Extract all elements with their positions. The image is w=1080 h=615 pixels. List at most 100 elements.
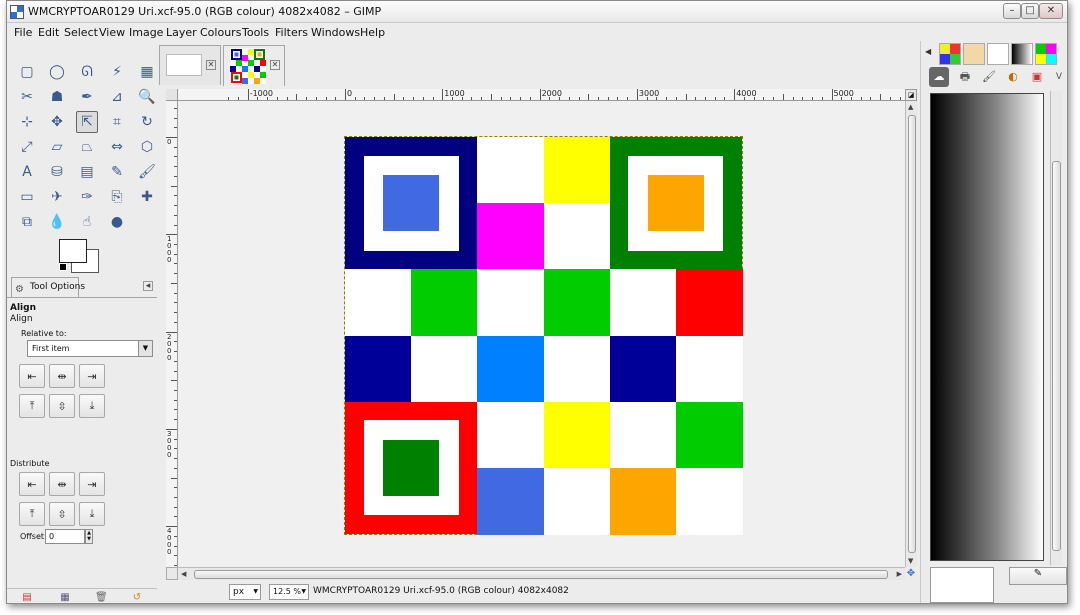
perspective-clone-icon[interactable]: ⧉ [16,211,38,233]
vertical-ruler[interactable]: 0 1000 2000 3000 4000 [166,101,178,567]
free-select-icon[interactable]: ᘏ [76,61,98,83]
smudge-icon[interactable]: ☝ [76,211,98,233]
menu-select[interactable]: Select [64,26,98,39]
foreground-select-icon[interactable]: ☗ [46,86,68,108]
zoom-select[interactable]: 12.5 % ▼ [269,584,309,600]
offset-spinner[interactable]: ▲ ▼ [85,529,93,544]
align-right-edge-button[interactable]: ⇥ [79,364,105,388]
blur-icon[interactable]: 💧 [46,211,68,233]
rotate-icon[interactable]: ↻ [136,111,158,133]
menu-tools[interactable]: Tools [242,26,269,39]
scroll-down-icon[interactable]: ▼ [908,557,913,565]
menu-filters[interactable]: Filters [275,26,308,39]
align-middle-horizontal-button[interactable]: ⇳ [49,394,75,418]
scissors-select-icon[interactable]: ✂ [16,86,38,108]
dock-scroll-thumb[interactable] [1052,161,1061,551]
menu-colours[interactable]: Colours [200,26,241,39]
dock-menu-icon[interactable]: ◀ [925,47,931,56]
foreground-color-swatch[interactable] [59,239,87,263]
color-wheel-icon[interactable]: ◐ [1003,67,1023,87]
image-content[interactable] [344,136,743,535]
rect-select-icon[interactable]: ▢ [16,61,38,83]
offset-input[interactable]: 0 [45,529,85,544]
fonts-icon[interactable] [963,43,985,65]
menu-layer[interactable]: Layer [166,26,197,39]
align-top-edge-button[interactable]: ⤒ [19,394,45,418]
gradients-icon[interactable] [1011,43,1033,65]
navigate-icon[interactable]: ✥ [905,567,917,580]
crop-icon[interactable]: ⌗ [106,111,128,133]
scroll-right-icon[interactable]: ▶ [897,570,902,578]
menu-view[interactable]: View [99,26,125,39]
maximize-button[interactable]: □ [1021,3,1039,19]
brush-preset-icon[interactable]: ☁ [929,67,949,87]
gradient-preview[interactable] [930,93,1044,561]
close-button[interactable]: ✕ [1039,3,1063,19]
bucket-fill-icon[interactable]: ⛁ [46,161,68,183]
measure-icon[interactable]: ⊹ [16,111,38,133]
fuzzy-select-icon[interactable]: ⚡ [106,61,128,83]
ink-icon[interactable]: ✑ [76,186,98,208]
scroll-up-icon[interactable]: ▲ [908,103,913,111]
flip-icon[interactable]: ⇔ [106,136,128,158]
restore-options-icon[interactable]: ▦ [59,592,71,603]
palettes-icon[interactable] [1035,43,1057,65]
menu-windows[interactable]: Windows [311,26,360,39]
vertical-scroll-thumb[interactable] [908,115,916,553]
patterns-icon[interactable] [939,43,961,65]
close-icon[interactable]: ✕ [206,60,216,70]
quick-mask-toggle-icon[interactable] [166,567,178,580]
clone-icon[interactable]: ⎘ [106,186,128,208]
distribute-centers-button[interactable]: ⇹ [49,472,75,496]
edit-gradient-icon[interactable]: ✎ [1009,567,1067,585]
move-icon[interactable]: ✥ [46,111,68,133]
vertical-scrollbar[interactable]: ▲ ▼ [905,101,917,567]
relative-to-select[interactable]: First item ▼ [27,340,153,357]
minimize-button[interactable]: – [1003,3,1021,19]
align-left-edge-button[interactable]: ⇤ [19,364,45,388]
align-center-vertical-button[interactable]: ⇹ [49,364,75,388]
color-picker-icon[interactable]: ⊿ [106,86,128,108]
tab-qr-image[interactable]: ✕ [223,45,285,86]
blend-icon[interactable]: ▤ [76,161,98,183]
palette-editor-icon[interactable]: ▣ [1027,67,1047,87]
brushes-icon[interactable] [987,43,1009,65]
close-icon[interactable]: ✕ [270,60,280,70]
color-select-icon[interactable]: ▦ [136,61,158,83]
reset-options-icon[interactable]: ↺ [131,592,143,603]
zoom-fit-icon[interactable]: ◪ [905,89,917,101]
horizontal-scroll-thumb[interactable] [194,570,888,579]
unit-select[interactable]: px ▼ [229,584,261,600]
tab-tool-options[interactable]: ⚙ Tool Options [11,277,85,297]
zoom-icon[interactable]: 🔍 [136,86,158,108]
distribute-middles-button[interactable]: ⇳ [49,502,75,526]
distribute-bottom-edges-button[interactable]: ⤓ [79,502,105,526]
configure-tab-icon[interactable]: ◂ [143,281,153,291]
distribute-left-edges-button[interactable]: ⇤ [19,472,45,496]
menu-help[interactable]: Help [360,26,385,39]
heal-icon[interactable]: ✚ [136,186,158,208]
menu-image[interactable]: Image [129,26,163,39]
menu-edit[interactable]: Edit [38,26,59,39]
distribute-right-edges-button[interactable]: ⇥ [79,472,105,496]
printer-icon[interactable]: 🖶 [955,67,975,87]
paintbrush-icon[interactable]: 🖌 [136,161,158,183]
paintbrush-icon[interactable]: 🖌 [979,67,999,87]
menu-file[interactable]: File [14,26,32,39]
layer-tab-icon[interactable]: V [1049,67,1067,87]
tab-blank-image[interactable]: ✕ [159,45,221,85]
scroll-left-icon[interactable]: ◀ [181,570,186,578]
paths-icon[interactable]: ✒ [76,86,98,108]
horizontal-scrollbar[interactable]: ◀ ▶ [178,567,905,580]
pencil-icon[interactable]: ✎ [106,161,128,183]
save-options-icon[interactable]: ▤ [21,592,33,603]
text-icon[interactable]: A [16,161,38,183]
scale-icon[interactable]: ⤢ [16,136,38,158]
canvas[interactable] [178,101,905,567]
align-bottom-edge-button[interactable]: ⤓ [79,394,105,418]
eraser-icon[interactable]: ▭ [16,186,38,208]
align-icon[interactable]: ⇱ [76,111,98,133]
airbrush-icon[interactable]: ✈ [46,186,68,208]
ellipse-select-icon[interactable]: ◯ [46,61,68,83]
gradient-editor-preview[interactable] [930,567,994,603]
